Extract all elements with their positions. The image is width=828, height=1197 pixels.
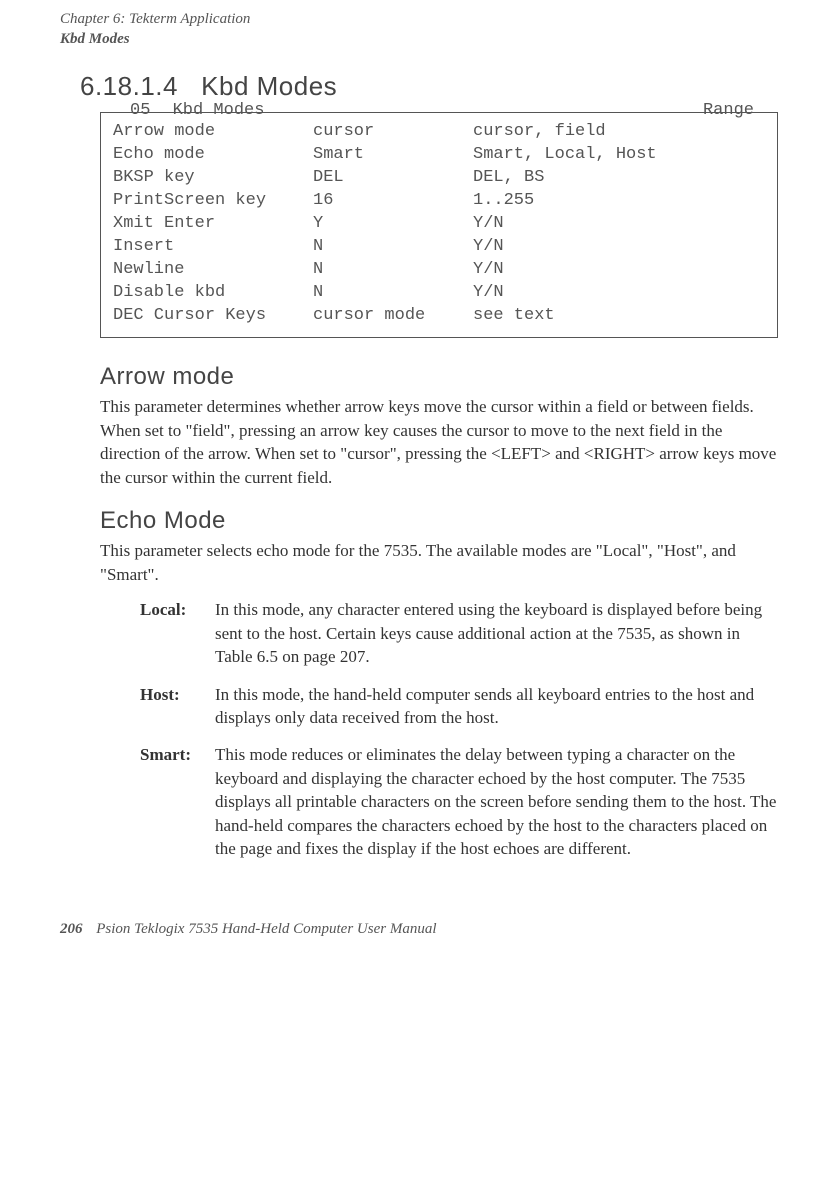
param-name: Xmit Enter (113, 213, 313, 236)
table-row: Xmit Enter Y Y/N (113, 213, 765, 236)
param-value: DEL (313, 167, 473, 190)
list-item: Smart: This mode reduces or eliminates t… (140, 743, 778, 860)
subheading-arrow: Arrow mode (100, 363, 788, 391)
page-footer: 206 Psion Teklogix 7535 Hand-Held Comput… (60, 921, 788, 938)
param-value: 16 (313, 190, 473, 213)
def-term: Host: (140, 683, 215, 730)
param-range: see text (473, 305, 765, 328)
param-range: 1..255 (473, 190, 765, 213)
param-range: Smart, Local, Host (473, 144, 765, 167)
table-row: BKSP key DEL DEL, BS (113, 167, 765, 190)
param-range: DEL, BS (473, 167, 765, 190)
definition-list: Local: In this mode, any character enter… (140, 598, 778, 861)
param-name: BKSP key (113, 167, 313, 190)
paragraph: This parameter determines whether arrow … (100, 395, 778, 489)
table-row: DEC Cursor Keys cursor mode see text (113, 305, 765, 328)
table-row: Arrow mode cursor cursor, field (113, 121, 765, 144)
def-desc: In this mode, the hand-held computer sen… (215, 683, 778, 730)
table-row: Echo mode Smart Smart, Local, Host (113, 144, 765, 167)
param-name: Newline (113, 259, 313, 282)
chapter-title: Chapter 6: Tekterm Application (60, 10, 788, 30)
config-box: 05 Kbd Modes Range Arrow mode cursor cur… (100, 112, 778, 338)
section-number: 6.18.1.4 (80, 71, 178, 101)
param-range: Y/N (473, 213, 765, 236)
def-desc: In this mode, any character entered usin… (215, 598, 778, 668)
table-row: PrintScreen key 16 1..255 (113, 190, 765, 213)
param-value: N (313, 282, 473, 305)
param-value: Smart (313, 144, 473, 167)
list-item: Host: In this mode, the hand-held comput… (140, 683, 778, 730)
param-range: Y/N (473, 282, 765, 305)
config-box-body: Arrow mode cursor cursor, field Echo mod… (100, 112, 778, 338)
section-heading: 6.18.1.4 Kbd Modes (80, 71, 788, 102)
def-desc: This mode reduces or eliminates the dela… (215, 743, 778, 860)
section-title-small: Kbd Modes (60, 30, 788, 50)
paragraph: This parameter selects echo mode for the… (100, 539, 778, 586)
param-range: cursor, field (473, 121, 765, 144)
def-term: Local: (140, 598, 215, 668)
running-header: Chapter 6: Tekterm Application Kbd Modes (60, 10, 788, 49)
param-name: Echo mode (113, 144, 313, 167)
param-value: cursor mode (313, 305, 473, 328)
subheading-echo: Echo Mode (100, 507, 788, 535)
param-name: Arrow mode (113, 121, 313, 144)
param-name: Insert (113, 236, 313, 259)
param-value: cursor (313, 121, 473, 144)
param-value: N (313, 236, 473, 259)
def-term: Smart: (140, 743, 215, 860)
section-title: Kbd Modes (201, 71, 337, 101)
param-range: Y/N (473, 236, 765, 259)
param-name: Disable kbd (113, 282, 313, 305)
param-name: PrintScreen key (113, 190, 313, 213)
param-range: Y/N (473, 259, 765, 282)
param-value: N (313, 259, 473, 282)
footer-text: Psion Teklogix 7535 Hand-Held Computer U… (96, 921, 436, 937)
param-name: DEC Cursor Keys (113, 305, 313, 328)
table-row: Newline N Y/N (113, 259, 765, 282)
list-item: Local: In this mode, any character enter… (140, 598, 778, 668)
table-row: Insert N Y/N (113, 236, 765, 259)
param-value: Y (313, 213, 473, 236)
table-row: Disable kbd N Y/N (113, 282, 765, 305)
page: Chapter 6: Tekterm Application Kbd Modes… (0, 0, 828, 968)
page-number: 206 (60, 921, 83, 937)
